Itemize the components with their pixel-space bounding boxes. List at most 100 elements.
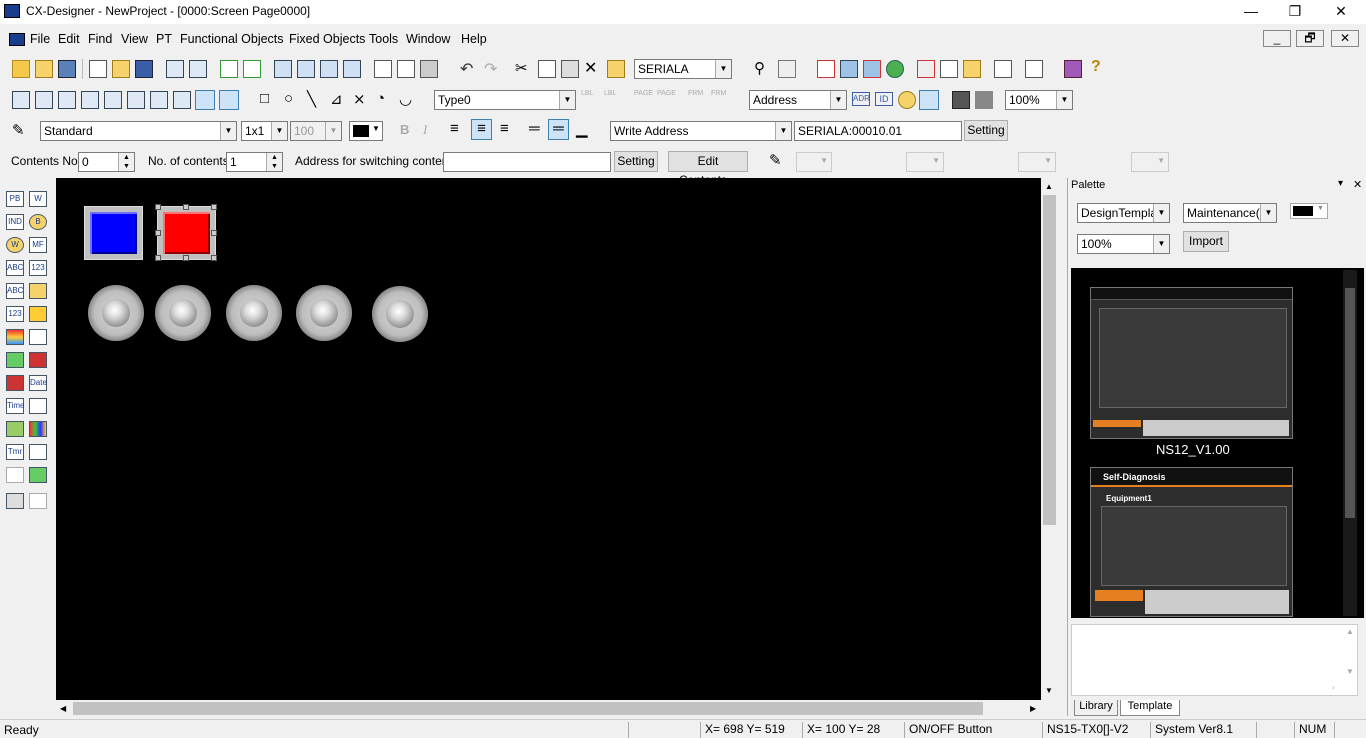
level-meter-icon[interactable] [29, 352, 47, 368]
selection-handle[interactable] [183, 255, 189, 261]
tab-library[interactable]: Library [1074, 700, 1118, 716]
bring-front-icon[interactable] [127, 91, 145, 109]
screen-list-icon[interactable] [189, 60, 207, 78]
type-combo[interactable]: Type0 ▼ [434, 90, 576, 110]
ungroup-icon[interactable] [104, 91, 122, 109]
undo-icon[interactable]: ↶ [460, 59, 473, 79]
blue-button[interactable] [84, 206, 143, 260]
pdf-icon[interactable] [994, 60, 1012, 78]
scroll-right-icon[interactable]: › [1332, 683, 1335, 692]
bold-button[interactable]: B [400, 122, 409, 137]
frame-icon[interactable] [6, 493, 24, 509]
menu-help[interactable]: Help [461, 32, 487, 46]
save-icon[interactable] [135, 60, 153, 78]
text-align-center-icon[interactable]: ≡ [471, 119, 492, 140]
valign-bottom-icon[interactable]: ▁ [576, 120, 588, 138]
menu-fixed-objects[interactable]: Fixed Objects [289, 32, 365, 46]
selection-handle[interactable] [155, 230, 161, 236]
scroll-thumb[interactable] [1345, 288, 1355, 518]
screen-canvas[interactable] [56, 178, 1041, 700]
data-block-table-icon[interactable] [6, 421, 24, 437]
frame-next-icon[interactable]: FRM [711, 90, 729, 98]
date-icon[interactable]: Date [29, 375, 47, 391]
num-contents-stepper[interactable]: 1 ▲ ▼ [226, 152, 283, 172]
color-picker[interactable]: ▼ [349, 121, 383, 141]
list-selector-icon[interactable]: ABC [6, 283, 24, 299]
selection-handle[interactable] [183, 204, 189, 210]
menu-file[interactable]: File [30, 32, 50, 46]
menu-functional-objects[interactable]: Functional Objects [180, 32, 284, 46]
test-icon[interactable] [840, 60, 858, 78]
table-icon[interactable] [29, 493, 47, 509]
simulation-icon[interactable] [863, 60, 881, 78]
address-setting-button[interactable]: Setting [964, 120, 1008, 141]
transfer-from-pt-icon[interactable] [320, 60, 338, 78]
eraser-icon[interactable] [219, 90, 239, 110]
canvas-horizontal-scrollbar[interactable]: ◀ ▶ [56, 700, 1041, 717]
select-all-icon[interactable] [607, 60, 625, 78]
contents-no-stepper[interactable]: 0 ▲ ▼ [78, 152, 135, 172]
canvas-vertical-scrollbar[interactable]: ▲ ▼ [1041, 178, 1058, 700]
address-value-field[interactable]: SERIALA:00010.01 [794, 121, 962, 141]
restore-button[interactable]: ❐ [1272, 0, 1318, 24]
lamp-2[interactable] [155, 285, 211, 341]
line-icon[interactable]: ╲ [307, 90, 316, 108]
minimize-button[interactable]: — [1228, 0, 1274, 24]
selection-handle[interactable] [155, 255, 161, 261]
menu-pt[interactable]: PT [156, 32, 172, 46]
lamp-3[interactable] [226, 285, 282, 341]
align-left-icon[interactable] [12, 91, 30, 109]
scroll-down-icon[interactable]: ▼ [1346, 667, 1354, 676]
scroll-thumb[interactable] [1043, 195, 1056, 525]
selection-handle[interactable] [211, 204, 217, 210]
new-project-icon[interactable] [12, 60, 30, 78]
mdi-close-button[interactable]: ✕ [1331, 30, 1359, 47]
page-next-icon[interactable]: PAGE [657, 90, 677, 98]
replace-icon[interactable] [778, 60, 796, 78]
circle-icon[interactable]: ○ [284, 90, 293, 107]
align-center-icon[interactable] [35, 91, 53, 109]
switch-address-input[interactable] [443, 152, 611, 172]
open-project-icon[interactable] [35, 60, 53, 78]
close-button[interactable]: ✕ [1318, 0, 1364, 24]
snap-icon[interactable] [195, 90, 215, 110]
pattern-icon[interactable] [975, 91, 993, 109]
redo-icon[interactable]: ↷ [484, 59, 497, 79]
group-icon[interactable] [81, 91, 99, 109]
bit-lamp-icon[interactable]: B [29, 214, 47, 230]
pin-icon[interactable]: ▾ [1338, 178, 1343, 189]
rectangle-icon[interactable]: □ [260, 90, 269, 107]
zoom-combo[interactable]: 100% ▼ [1005, 90, 1073, 110]
folder-icon[interactable] [963, 60, 981, 78]
fill-icon[interactable] [952, 91, 970, 109]
text-align-right-icon[interactable]: ≡ [500, 120, 509, 137]
text-align-left-icon[interactable]: ≡ [450, 120, 459, 137]
mdi-minimize-button[interactable]: _ [1263, 30, 1291, 47]
open-screen-icon[interactable] [112, 60, 130, 78]
time-icon[interactable]: Time [6, 398, 24, 414]
broken-line-icon[interactable] [29, 329, 47, 345]
font-size-combo[interactable]: 100 ▼ [290, 121, 342, 141]
thumbwheel-icon[interactable]: 123 [6, 306, 24, 322]
id-icon[interactable]: ID [875, 92, 893, 106]
tools-icon[interactable] [917, 60, 935, 78]
csv-import-icon[interactable] [220, 60, 238, 78]
waveform-icon[interactable] [29, 444, 47, 460]
indicator-icon[interactable]: IND [6, 214, 24, 230]
transfer-icon[interactable] [274, 60, 292, 78]
screen-property-icon[interactable] [166, 60, 184, 78]
scroll-right-icon[interactable]: ▶ [1030, 704, 1036, 713]
scroll-up-icon[interactable]: ▲ [1346, 627, 1354, 636]
manual-icon[interactable] [1064, 60, 1082, 78]
print-preview-icon[interactable] [397, 60, 415, 78]
palette-color-picker[interactable]: ▼ [1290, 203, 1328, 219]
scroll-up-icon[interactable]: ▲ [1045, 182, 1053, 191]
string-display-icon[interactable]: ABC [6, 260, 24, 276]
selection-handle[interactable] [211, 230, 217, 236]
print-setup-icon[interactable] [374, 60, 392, 78]
csv-export-icon[interactable] [243, 60, 261, 78]
selection-handle[interactable] [211, 255, 217, 261]
check-icon[interactable] [817, 60, 835, 78]
menu-window[interactable]: Window [406, 32, 450, 46]
brush-icon[interactable]: ✎ [12, 121, 25, 139]
